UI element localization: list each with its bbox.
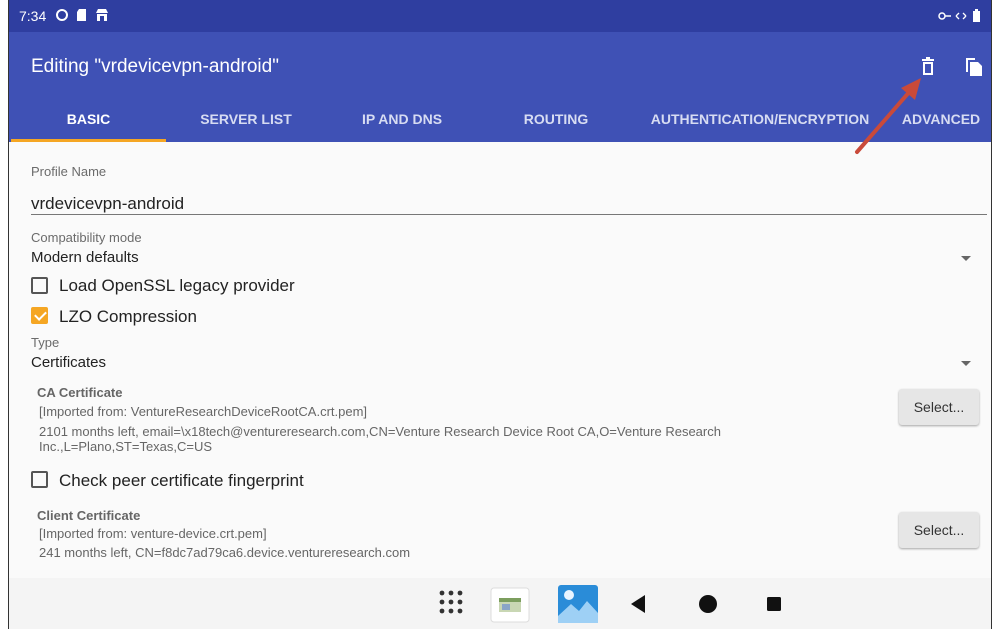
compat-mode-label: Compatibility mode <box>31 230 142 245</box>
tab-server-list[interactable]: SERVER LIST <box>171 102 321 142</box>
ca-certificate-source: [Imported from: VentureResearchDeviceRoo… <box>39 404 368 419</box>
page-title: Editing "vrdevicevpn-android" <box>31 56 279 77</box>
tab-ip-and-dns-label: IP AND DNS <box>361 111 443 127</box>
client-select-button[interactable]: Select... <box>899 512 979 548</box>
client-certificate-detail: 241 months left, CN=f8dc7ad79ca6.device.… <box>39 545 411 560</box>
app-bar: Editing "vrdevicevpn-android" <box>9 32 991 102</box>
tab-basic-label: BASIC <box>66 111 111 127</box>
gallery-icon[interactable] <box>557 584 599 624</box>
lzo-compression-checkbox[interactable] <box>31 307 48 324</box>
type-dropdown-arrow-icon[interactable] <box>961 361 971 366</box>
tab-basic[interactable]: BASIC <box>11 102 166 142</box>
profile-name-underline <box>31 214 987 215</box>
home-icon[interactable] <box>698 594 718 614</box>
type-label: Type <box>31 335 60 350</box>
store-icon <box>96 9 108 21</box>
fingerprint-label: Check peer certificate fingerprint <box>59 471 304 490</box>
openssl-legacy-checkbox[interactable] <box>31 277 48 294</box>
ca-select-button[interactable]: Select... <box>899 389 979 425</box>
vpn-key-icon <box>938 12 951 20</box>
app-window: 7:34 Editing "vrdevicevpn-android" BASIC… <box>8 0 992 629</box>
profile-name-input[interactable]: vrdevicevpn-android <box>31 194 184 214</box>
recent-app-thumb-icon[interactable] <box>490 587 530 623</box>
sd-card-icon <box>77 9 86 21</box>
battery-icon <box>973 8 980 22</box>
ca-certificate-title: CA Certificate <box>37 385 123 400</box>
ca-certificate-detail: 2101 months left, email=\x18tech@venture… <box>39 424 721 439</box>
compat-mode-select[interactable]: Modern defaults <box>31 249 139 266</box>
compat-dropdown-arrow-icon[interactable] <box>961 256 971 261</box>
client-certificate-title: Client Certificate <box>37 508 141 523</box>
status-bar: 7:34 <box>9 0 991 32</box>
lzo-compression-label: LZO Compression <box>59 307 197 326</box>
tab-routing-label: ROUTING <box>523 111 589 127</box>
fingerprint-checkbox[interactable] <box>31 471 48 488</box>
vpn-arrows-icon <box>955 12 967 20</box>
ca-certificate-detail-cont: Inc.,L=Plano,ST=Texas,C=US <box>39 439 213 454</box>
overview-icon[interactable] <box>766 596 782 612</box>
openssl-legacy-label: Load OpenSSL legacy provider <box>59 276 295 295</box>
type-select[interactable]: Certificates <box>31 354 106 371</box>
sync-icon <box>56 9 68 21</box>
annotation-arrow-icon <box>855 78 921 154</box>
system-nav-bar <box>9 578 991 629</box>
client-certificate-source: [Imported from: venture-device.crt.pem] <box>39 526 267 541</box>
tab-server-list-label: SERVER LIST <box>200 111 292 127</box>
profile-name-label: Profile Name <box>31 164 107 179</box>
status-right-icons <box>937 8 981 23</box>
copy-icon[interactable] <box>961 54 987 80</box>
tab-authentication-encryption[interactable]: AUTHENTICATION/ENCRYPTION <box>635 102 885 142</box>
tab-authentication-encryption-label: AUTHENTICATION/ENCRYPTION <box>650 111 870 127</box>
status-time: 7:34 <box>19 8 47 24</box>
tab-active-indicator <box>11 139 166 142</box>
tab-bar: BASIC SERVER LIST IP AND DNS ROUTING AUT… <box>9 102 991 142</box>
back-icon[interactable] <box>629 594 647 614</box>
tab-ip-and-dns[interactable]: IP AND DNS <box>327 102 477 142</box>
app-drawer-icon[interactable] <box>437 588 465 616</box>
tab-routing[interactable]: ROUTING <box>483 102 629 142</box>
